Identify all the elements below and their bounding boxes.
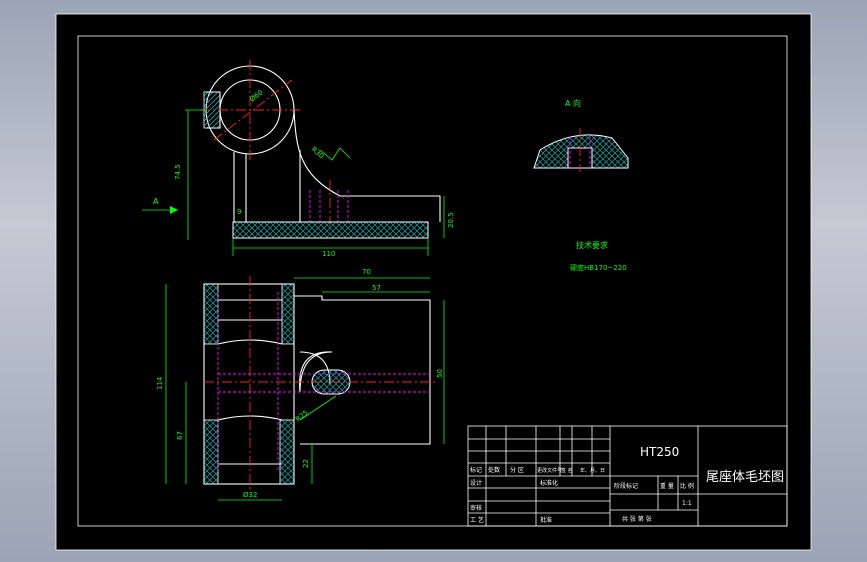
plan-right-height-dim: 50 bbox=[436, 369, 444, 378]
tb-label-zone: 分 区 bbox=[510, 466, 524, 474]
tb-standardize: 标准化 bbox=[540, 479, 558, 487]
tb-review: 审核 bbox=[470, 504, 482, 512]
tb-label-date: 年、月、日 bbox=[580, 467, 605, 474]
a-view-label: A 向 bbox=[565, 98, 581, 108]
tb-weight: 重 量 bbox=[660, 482, 674, 490]
plan-inner-width-dim: 57 bbox=[372, 284, 381, 292]
tb-approve: 批准 bbox=[540, 516, 552, 524]
tb-label-mark: 标记 bbox=[470, 466, 482, 474]
front-height-dim: 74.5 bbox=[174, 164, 182, 180]
plan-total-width-dim: 70 bbox=[362, 268, 371, 276]
tb-scale-label: 比 例 bbox=[680, 482, 694, 490]
plan-bottom-offset-dim: 22 bbox=[302, 459, 310, 468]
plan-bore-dim: Ø32 bbox=[243, 491, 257, 499]
base-thickness-dim: 20.5 bbox=[447, 212, 455, 228]
tb-designer: 设计 bbox=[470, 479, 482, 487]
tech-req-text: 硬度HB170~220 bbox=[570, 263, 627, 272]
tb-label-count: 处数 bbox=[488, 466, 500, 474]
base-length-dim: 110 bbox=[322, 250, 335, 258]
cad-drawing-canvas: A 74.5 110 20.5 9 R30 Ø60 A 向 技术要求 硬度HB1… bbox=[55, 13, 812, 551]
tb-sheets: 共 张 第 张 bbox=[622, 515, 652, 523]
material-text: HT250 bbox=[640, 445, 679, 459]
tb-scale-value: 1:1 bbox=[682, 500, 692, 507]
tech-req-heading: 技术要求 bbox=[576, 240, 608, 250]
view-arrow-label: A bbox=[153, 197, 159, 206]
plan-height-dim: 114 bbox=[156, 376, 164, 390]
tb-label-sign: 签 名 bbox=[561, 467, 573, 474]
plan-lower-height-dim: 67 bbox=[176, 431, 184, 440]
base-section bbox=[232, 221, 429, 239]
tb-process: 工 艺 bbox=[470, 516, 484, 524]
left-offset-dim: 9 bbox=[237, 208, 241, 216]
tb-stage-mark: 阶段标记 bbox=[614, 482, 638, 490]
tb-label-change-doc: 更改文件号 bbox=[537, 467, 562, 474]
drawing-title: 尾座体毛坯图 bbox=[706, 470, 784, 485]
